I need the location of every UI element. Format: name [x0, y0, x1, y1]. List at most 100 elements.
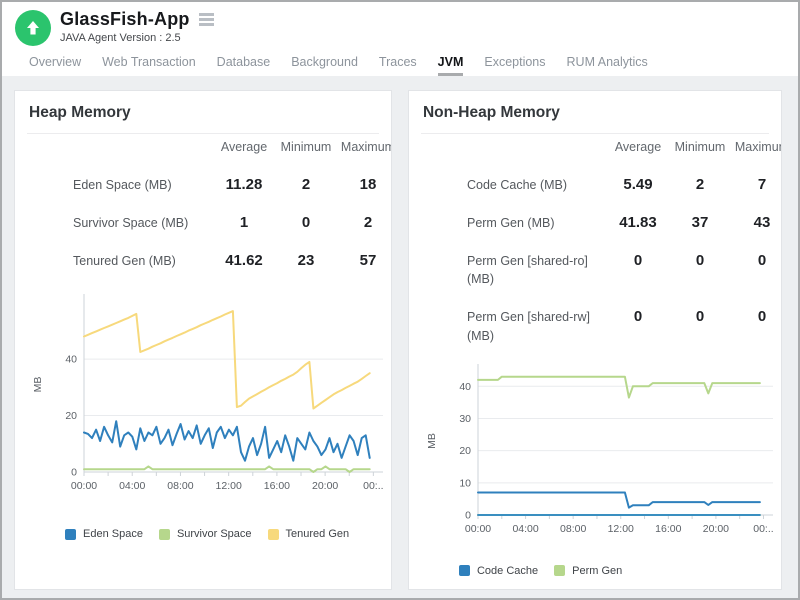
- non-heap-memory-table: AverageMinimumMaximumCode Cache (MB)5.49…: [467, 140, 769, 355]
- heap-chart-legend: Eden Space Survivor Space Tenured Gen: [65, 528, 379, 540]
- non-heap-chart-area: 01020304000:0004:0008:0012:0016:0020:000…: [421, 361, 769, 547]
- metric-value: 0: [731, 298, 782, 325]
- legend-item[interactable]: Eden Space: [65, 528, 143, 540]
- legend-label: Code Cache: [477, 565, 538, 577]
- svg-text:40: 40: [65, 354, 77, 366]
- table-row: Code Cache (MB)5.4927: [467, 166, 769, 204]
- metric-value: 5.49: [607, 166, 669, 193]
- svg-text:0: 0: [71, 467, 77, 479]
- tab-jvm[interactable]: JVM: [438, 55, 464, 76]
- svg-text:04:00: 04:00: [512, 523, 538, 535]
- legend-label: Perm Gen [shared-rw]: [617, 589, 725, 591]
- legend-label: Perm Gen [shared-ro]: [477, 589, 583, 591]
- svg-text:30: 30: [459, 412, 471, 424]
- legend-item[interactable]: Tenured Gen: [268, 528, 350, 540]
- legend-item[interactable]: Perm Gen [shared-ro]: [459, 589, 583, 591]
- tab-background[interactable]: Background: [291, 55, 358, 76]
- metric-value: 7: [731, 166, 782, 193]
- svg-text:20:00: 20:00: [312, 480, 338, 492]
- metric-value: 37: [669, 204, 731, 231]
- table-row: Perm Gen [shared-ro] (MB)000: [467, 242, 769, 299]
- metric-label: Perm Gen [shared-rw] (MB): [467, 298, 607, 355]
- metric-value: 43: [731, 204, 782, 231]
- tab-rum-analytics[interactable]: RUM Analytics: [567, 55, 648, 76]
- metric-label: Code Cache (MB): [467, 166, 607, 204]
- table-row: Perm Gen [shared-rw] (MB)000: [467, 298, 769, 355]
- svg-text:00:..: 00:..: [753, 523, 773, 535]
- heap-panel-title: Heap Memory: [27, 91, 379, 133]
- metric-value: 1: [213, 204, 275, 231]
- heap-memory-chart[interactable]: 0204000:0004:0008:0012:0016:0020:0000:..…: [27, 291, 383, 499]
- svg-text:16:00: 16:00: [655, 523, 681, 535]
- table-header-row: AverageMinimumMaximum: [73, 140, 379, 166]
- table-row: Eden Space (MB)11.28218: [73, 166, 379, 204]
- metric-value: 0: [607, 242, 669, 269]
- legend-swatch-icon: [459, 589, 470, 590]
- non-heap-memory-chart[interactable]: 01020304000:0004:0008:0012:0016:0020:000…: [421, 361, 773, 542]
- svg-text:08:00: 08:00: [560, 523, 586, 535]
- table-row: Survivor Space (MB)102: [73, 204, 379, 242]
- svg-text:20: 20: [459, 445, 471, 457]
- column-header: Minimum: [275, 140, 337, 154]
- legend-label: Survivor Space: [177, 528, 252, 540]
- metric-label: Survivor Space (MB): [73, 204, 213, 242]
- metric-value: 0: [669, 298, 731, 325]
- legend-label: Tenured Gen: [286, 528, 350, 540]
- metric-value: 0: [607, 298, 669, 325]
- svg-text:16:00: 16:00: [264, 480, 290, 492]
- legend-item[interactable]: Perm Gen [shared-rw]: [599, 589, 725, 591]
- svg-text:0: 0: [465, 509, 471, 521]
- app-window: GlassFish-App JAVA Agent Version : 2.5 O…: [0, 0, 800, 600]
- svg-text:10: 10: [459, 477, 471, 489]
- tab-database[interactable]: Database: [217, 55, 271, 76]
- metric-value: 11.28: [213, 166, 275, 193]
- hamburger-menu-icon[interactable]: [197, 11, 216, 28]
- up-arrow-circle-icon: [15, 10, 51, 46]
- metric-value: 0: [669, 242, 731, 269]
- legend-label: Eden Space: [83, 528, 143, 540]
- legend-label: Perm Gen: [572, 565, 622, 577]
- svg-text:MB: MB: [32, 377, 44, 393]
- metric-label: Perm Gen (MB): [467, 204, 607, 242]
- metric-label: Eden Space (MB): [73, 166, 213, 204]
- svg-text:40: 40: [459, 380, 471, 392]
- legend-item[interactable]: Code Cache: [459, 565, 538, 577]
- column-header: Maximum: [731, 140, 782, 154]
- divider: [421, 133, 769, 134]
- metric-value: 18: [337, 166, 392, 193]
- table-header-row: AverageMinimumMaximum: [467, 140, 769, 166]
- metric-value: 57: [337, 242, 392, 269]
- non-heap-memory-panel: Non-Heap Memory AverageMinimumMaximumCod…: [408, 90, 782, 590]
- metric-value: 41.83: [607, 204, 669, 231]
- legend-item[interactable]: Survivor Space: [159, 528, 252, 540]
- metric-value: 0: [275, 204, 337, 231]
- legend-swatch-icon: [268, 529, 279, 540]
- legend-item[interactable]: Perm Gen: [554, 565, 622, 577]
- table-row: Tenured Gen (MB)41.622357: [73, 242, 379, 280]
- tab-overview[interactable]: Overview: [29, 55, 81, 76]
- non-heap-chart-legend: Code Cache Perm Gen Perm Gen [shared-ro] Pe…: [459, 565, 749, 591]
- jvm-dashboard: Heap Memory AverageMinimumMaximumEden Sp…: [2, 76, 798, 590]
- column-header: Average: [213, 140, 275, 154]
- column-header: Average: [607, 140, 669, 154]
- app-title-block: GlassFish-App JAVA Agent Version : 2.5: [60, 9, 216, 44]
- heap-memory-panel: Heap Memory AverageMinimumMaximumEden Sp…: [14, 90, 392, 590]
- tab-web-transaction[interactable]: Web Transaction: [102, 55, 196, 76]
- legend-swatch-icon: [599, 589, 610, 590]
- heap-memory-table: AverageMinimumMaximumEden Space (MB)11.2…: [73, 140, 379, 279]
- metric-value: 0: [731, 242, 782, 269]
- svg-text:00:00: 00:00: [465, 523, 491, 535]
- metric-value: 2: [275, 166, 337, 193]
- tab-exceptions[interactable]: Exceptions: [484, 55, 545, 76]
- legend-swatch-icon: [159, 529, 170, 540]
- tab-traces[interactable]: Traces: [379, 55, 417, 76]
- svg-text:00:..: 00:..: [363, 480, 383, 492]
- svg-text:MB: MB: [426, 433, 438, 449]
- column-header: Maximum: [337, 140, 392, 154]
- app-header: GlassFish-App JAVA Agent Version : 2.5 O…: [2, 2, 798, 76]
- legend-swatch-icon: [65, 529, 76, 540]
- svg-text:20: 20: [65, 410, 77, 422]
- heap-chart-area: 0204000:0004:0008:0012:0016:0020:0000:..…: [27, 291, 379, 504]
- metric-value: 23: [275, 242, 337, 269]
- metric-value: 41.62: [213, 242, 275, 269]
